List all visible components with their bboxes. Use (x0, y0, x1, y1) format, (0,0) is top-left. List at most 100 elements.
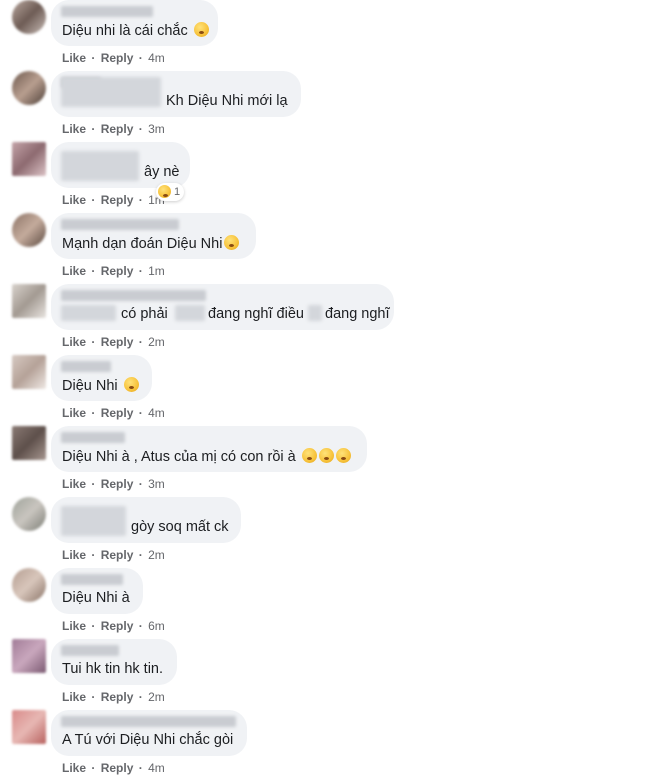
avatar[interactable] (12, 710, 46, 744)
comment-timestamp[interactable]: 1m (148, 264, 165, 278)
comment-text: Diệu Nhi (62, 377, 139, 395)
avatar[interactable] (12, 284, 46, 318)
like-button[interactable]: Like (62, 193, 86, 207)
avatar[interactable] (12, 568, 46, 602)
comment-text-value: Mạnh dạn đoán Diệu Nhi (62, 236, 223, 252)
comment-bubble: ây nè (51, 142, 190, 188)
comment-item: Kh Diệu Nhi mới lạ Like · Reply · 3m (0, 71, 650, 142)
comment-actions: Like · Reply · 4m (62, 51, 165, 65)
comment-text: A Tú với Diệu Nhi chắc gòi (62, 732, 233, 749)
blurred-author-name (61, 574, 123, 585)
blurred-text (61, 151, 139, 181)
comment-timestamp[interactable]: 6m (148, 619, 165, 633)
like-button[interactable]: Like (62, 477, 86, 491)
reply-button[interactable]: Reply (101, 619, 134, 633)
comment-text-value: gòy soq mất ck (131, 519, 229, 535)
face-emoji-icon (193, 22, 209, 37)
like-button[interactable]: Like (62, 548, 86, 562)
blurred-author-name (61, 716, 236, 727)
avatar[interactable] (12, 0, 46, 34)
comment-bubble: Diệu Nhi (51, 355, 152, 401)
comment-text: Diệu nhi là cái chắc (62, 22, 209, 40)
comment-item: Diệu Nhi à , Atus của mị có con rồi à Li… (0, 426, 650, 497)
like-button[interactable]: Like (62, 122, 86, 136)
like-button[interactable]: Like (62, 51, 86, 65)
avatar[interactable] (12, 639, 46, 673)
comment-bubble: Diệu Nhi à (51, 568, 143, 614)
comment-actions: Like · Reply · 2m (62, 335, 165, 349)
reply-button[interactable]: Reply (101, 548, 134, 562)
avatar[interactable] (12, 213, 46, 247)
surprised-face-emoji-icon (318, 448, 334, 463)
blurred-author-name (61, 290, 206, 301)
reply-button[interactable]: Reply (101, 690, 134, 704)
surprised-face-emoji-icon (301, 448, 317, 463)
comment-bubble: A Tú với Diệu Nhi chắc gòi (51, 710, 247, 756)
like-button[interactable]: Like (62, 406, 86, 420)
comment-text-value: A Tú với Diệu Nhi chắc gòi (62, 732, 234, 748)
tongue-face-emoji-icon (224, 235, 240, 250)
blurred-author-name (61, 361, 111, 372)
reply-button[interactable]: Reply (101, 761, 134, 775)
comment-timestamp[interactable]: 2m (148, 548, 165, 562)
blurred-text (175, 305, 205, 321)
avatar[interactable] (12, 497, 46, 531)
comment-text-value: Diệu Nhi à (62, 590, 130, 606)
reply-button[interactable]: Reply (101, 335, 134, 349)
like-button[interactable]: Like (62, 761, 86, 775)
comment-text-part: đang nghĩ (325, 306, 390, 322)
sad-face-emoji-icon (158, 185, 171, 198)
comment-text-value: Tui hk tin hk tin. (62, 661, 164, 677)
like-button[interactable]: Like (62, 619, 86, 633)
comment-item: có phải đang nghĩ điều đang nghĩ Like · … (0, 284, 650, 355)
comment-item: Diệu Nhi à Like · Reply · 6m (0, 568, 650, 639)
reply-button[interactable]: Reply (101, 122, 134, 136)
comment-text-part: đang nghĩ điều (208, 306, 304, 322)
blurred-text (61, 77, 161, 107)
like-button[interactable]: Like (62, 690, 86, 704)
comment-timestamp[interactable]: 3m (148, 122, 165, 136)
comment-item: Diệu nhi là cái chắc Like · Reply · 4m (0, 0, 650, 71)
comment-text: Mạnh dạn đoán Diệu Nhi (62, 235, 240, 253)
reply-button[interactable]: Reply (101, 477, 134, 491)
comment-text: Tui hk tin hk tin. (62, 661, 163, 678)
comment-actions: Like · Reply · 3m (62, 122, 165, 136)
like-button[interactable]: Like (62, 335, 86, 349)
comment-item: Diệu Nhi Like · Reply · 4m (0, 355, 650, 426)
reply-button[interactable]: Reply (101, 406, 134, 420)
comment-text: đang nghĩ điều (208, 306, 304, 323)
surprised-face-emoji-icon (335, 448, 351, 463)
comment-timestamp[interactable]: 4m (148, 406, 165, 420)
avatar[interactable] (12, 426, 46, 460)
like-button[interactable]: Like (62, 264, 86, 278)
comment-bubble: có phải đang nghĩ điều đang nghĩ (51, 284, 394, 330)
comment-timestamp[interactable]: 2m (148, 690, 165, 704)
comment-actions: Like · Reply · 4m (62, 406, 165, 420)
comment-bubble: Diệu nhi là cái chắc (51, 0, 218, 46)
reply-button[interactable]: Reply (101, 264, 134, 278)
comment-text-value: Diệu Nhi (62, 378, 118, 394)
reply-button[interactable]: Reply (101, 51, 134, 65)
comment-text-part: có phải (121, 306, 168, 322)
avatar[interactable] (12, 142, 46, 176)
comment-item: gòy soq mất ck Like · Reply · 2m (0, 497, 650, 568)
comment-bubble: Tui hk tin hk tin. (51, 639, 177, 685)
blurred-author-name (61, 432, 125, 443)
reply-button[interactable]: Reply (101, 193, 134, 207)
comment-text: Diệu Nhi à (62, 590, 130, 607)
comment-timestamp[interactable]: 3m (148, 477, 165, 491)
blurred-text (61, 305, 116, 321)
comment-bubble: Kh Diệu Nhi mới lạ (51, 71, 301, 117)
comment-actions: Like · Reply · 2m (62, 690, 165, 704)
comment-timestamp[interactable]: 4m (148, 761, 165, 775)
comment-timestamp[interactable]: 4m (148, 51, 165, 65)
avatar[interactable] (12, 355, 46, 389)
comment-timestamp[interactable]: 2m (148, 335, 165, 349)
avatar[interactable] (12, 71, 46, 105)
reaction-badge[interactable]: 1 (156, 183, 185, 201)
reaction-count: 1 (174, 186, 181, 198)
comment-item: ây nè Like · Reply · 1m (0, 142, 650, 213)
comment-bubble: gòy soq mất ck (51, 497, 241, 543)
comment-actions: Like · Reply · 3m (62, 477, 165, 491)
comment-actions: Like · Reply · 2m (62, 548, 165, 562)
